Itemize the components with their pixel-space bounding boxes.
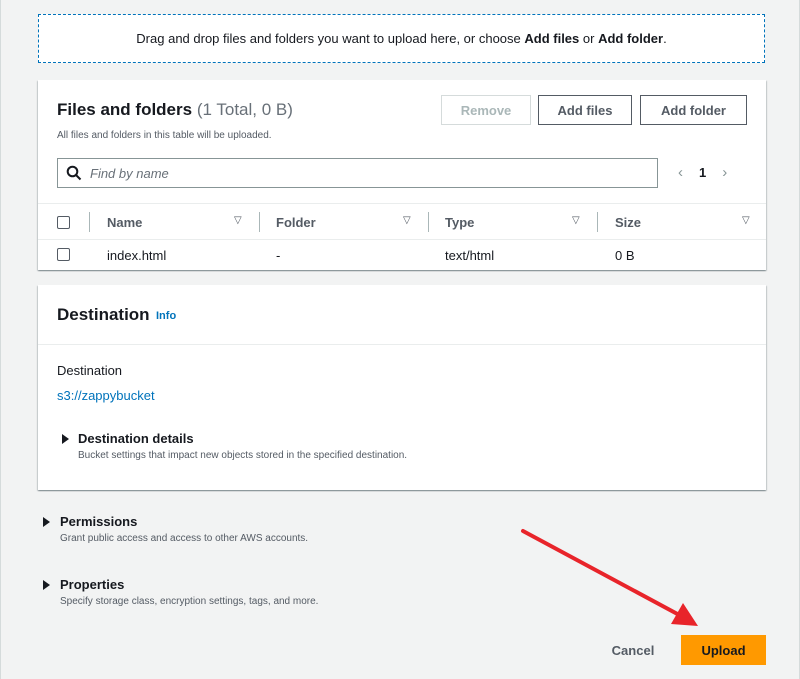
column-divider xyxy=(597,212,598,232)
sort-down-icon[interactable]: ▽ xyxy=(572,215,580,226)
properties-description: Specify storage class, encryption settin… xyxy=(60,596,319,607)
column-divider xyxy=(428,212,429,232)
column-header-folder[interactable]: Folder xyxy=(276,215,316,230)
destination-bucket-link[interactable]: s3://zappybucket xyxy=(57,388,155,403)
upload-button[interactable]: Upload xyxy=(681,635,766,665)
sort-down-icon[interactable]: ▽ xyxy=(234,215,242,226)
pager-prev-button[interactable]: ‹ xyxy=(678,164,683,181)
files-panel-title: Files and folders (1 Total, 0 B) xyxy=(57,100,293,120)
row-checkbox[interactable] xyxy=(57,248,70,261)
column-divider xyxy=(259,212,260,232)
files-count: (1 Total, 0 B) xyxy=(196,100,293,119)
cell-size: 0 B xyxy=(615,248,635,263)
add-files-button[interactable]: Add files xyxy=(538,95,632,125)
select-all-checkbox[interactable] xyxy=(57,216,70,229)
table-header: Name ▽ Folder ▽ Type ▽ Size ▽ xyxy=(38,203,766,240)
dropzone-text: Drag and drop files and folders you want… xyxy=(136,31,666,46)
cell-type: text/html xyxy=(445,248,495,263)
column-divider xyxy=(89,212,90,232)
column-header-type[interactable]: Type xyxy=(445,215,474,230)
destination-details-toggle[interactable]: Destination details xyxy=(78,431,194,446)
files-and-folders-panel: Files and folders (1 Total, 0 B) All fil… xyxy=(38,80,766,270)
files-title-text: Files and folders xyxy=(57,100,193,119)
dropzone-add-folder-text: Add folder xyxy=(598,31,664,46)
remove-button[interactable]: Remove xyxy=(441,95,531,125)
files-panel-subtitle: All files and folders in this table will… xyxy=(57,130,272,141)
cell-folder: - xyxy=(276,248,281,263)
dropzone-add-files-text: Add files xyxy=(524,31,580,46)
sort-down-icon[interactable]: ▽ xyxy=(403,215,411,226)
column-header-size[interactable]: Size xyxy=(615,215,641,230)
search-input[interactable] xyxy=(90,165,590,181)
upload-dropzone[interactable]: Drag and drop files and folders you want… xyxy=(38,14,765,63)
cancel-button[interactable]: Cancel xyxy=(600,635,666,665)
destination-label: Destination xyxy=(57,363,123,378)
dropzone-text-before: Drag and drop files and folders you want… xyxy=(136,31,525,46)
dropzone-text-end: . xyxy=(663,31,667,46)
frame-border-left xyxy=(0,0,1,679)
properties-toggle[interactable]: Properties xyxy=(60,577,124,592)
permissions-toggle[interactable]: Permissions xyxy=(60,514,137,529)
caret-right-icon[interactable] xyxy=(43,517,50,527)
dropzone-text-mid: or xyxy=(579,31,599,46)
destination-details-description: Bucket settings that impact new objects … xyxy=(78,450,408,461)
search-box[interactable] xyxy=(57,158,658,188)
pager-next-button[interactable]: › xyxy=(722,164,727,181)
caret-right-icon[interactable] xyxy=(43,580,50,590)
search-icon xyxy=(66,165,82,181)
destination-header: Destination Info xyxy=(38,285,766,345)
table-row[interactable]: index.html - text/html 0 B xyxy=(38,240,766,270)
caret-right-icon[interactable] xyxy=(62,434,69,444)
sort-down-icon[interactable]: ▽ xyxy=(742,215,750,226)
info-link[interactable]: Info xyxy=(156,310,176,322)
destination-panel: Destination Info Destination s3://zappyb… xyxy=(38,285,766,490)
pager-current-page[interactable]: 1 xyxy=(699,165,706,180)
column-header-name[interactable]: Name xyxy=(107,215,142,230)
destination-title: Destination xyxy=(57,305,150,324)
pagination: ‹ 1 › xyxy=(678,164,727,181)
permissions-description: Grant public access and access to other … xyxy=(60,533,309,544)
add-folder-button[interactable]: Add folder xyxy=(640,95,747,125)
cell-name: index.html xyxy=(107,248,167,263)
